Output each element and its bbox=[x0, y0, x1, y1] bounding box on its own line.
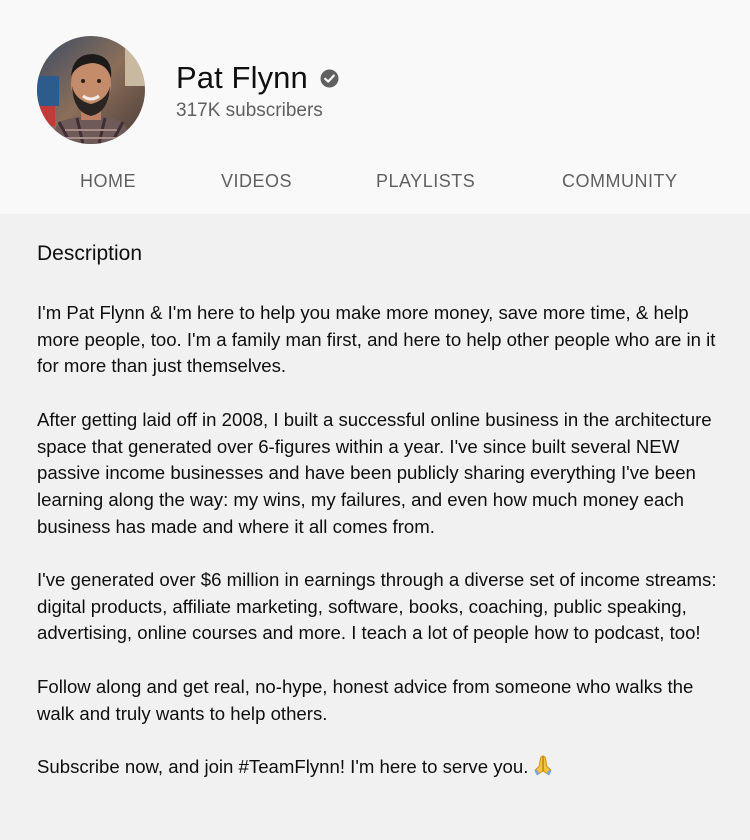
channel-avatar[interactable] bbox=[37, 36, 145, 144]
verified-check-icon bbox=[320, 69, 339, 88]
channel-tabs: HOME VIDEOS PLAYLISTS COMMUNITY bbox=[0, 162, 750, 200]
description-paragraph-5-wrapper: Subscribe now, and join #TeamFlynn! I'm … bbox=[37, 754, 727, 781]
description-paragraph-4: Follow along and get real, no-hype, hone… bbox=[37, 675, 694, 724]
folded-hands-icon bbox=[532, 754, 554, 776]
channel-header: Pat Flynn 317K subscribers HOME VIDEOS P… bbox=[0, 0, 750, 214]
description-heading: Description bbox=[37, 242, 143, 265]
description-paragraph-2: After getting laid off in 2008, I built … bbox=[37, 408, 712, 537]
tab-videos[interactable]: VIDEOS bbox=[221, 162, 292, 200]
description-paragraph-1: I'm Pat Flynn & I'm here to help you mak… bbox=[37, 302, 716, 377]
tab-playlists[interactable]: PLAYLISTS bbox=[376, 162, 475, 200]
avatar-image bbox=[37, 36, 145, 144]
tab-community[interactable]: COMMUNITY bbox=[562, 162, 678, 200]
tab-home[interactable]: HOME bbox=[80, 162, 136, 200]
description-paragraph-3: I've generated over $6 million in earnin… bbox=[37, 569, 717, 644]
channel-title-row: Pat Flynn bbox=[176, 58, 339, 98]
about-content: Description I'm Pat Flynn & I'm here to … bbox=[37, 238, 727, 807]
subscriber-count: 317K subscribers bbox=[176, 100, 323, 121]
channel-name: Pat Flynn bbox=[176, 60, 308, 95]
description-paragraph-5: Subscribe now, and join #TeamFlynn! I'm … bbox=[37, 755, 529, 777]
